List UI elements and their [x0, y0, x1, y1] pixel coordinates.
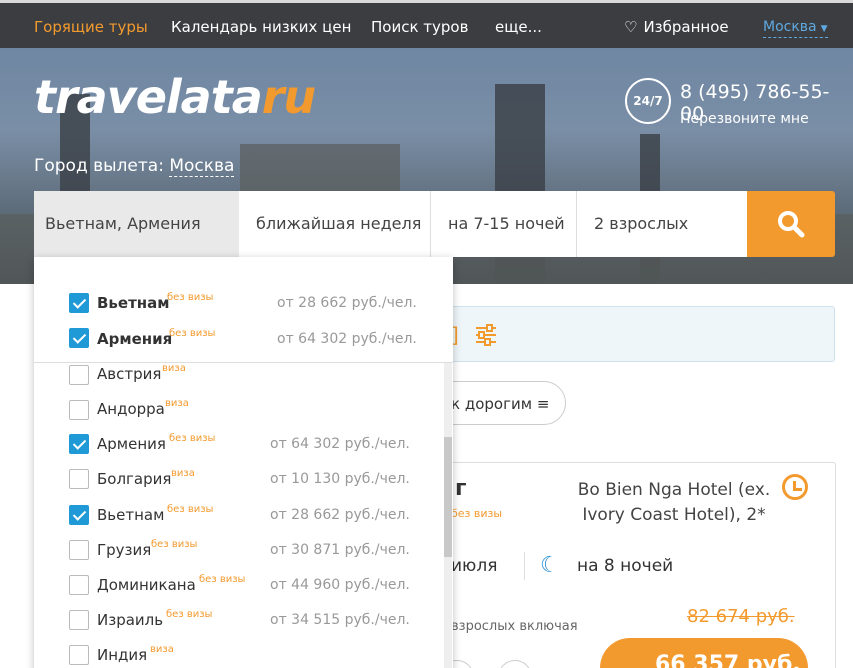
visa-note: без визы	[169, 433, 216, 444]
visa-note: виза	[165, 398, 189, 409]
sort-label: к дорогим ≡	[451, 395, 549, 413]
nav-tour-search[interactable]: Поиск туров	[371, 18, 468, 36]
country-price: от 64 302 руб./чел.	[277, 331, 417, 347]
favorites-link[interactable]: ♡ Избранное	[624, 18, 729, 36]
country-dropdown: Вьетнам без визы от 28 662 руб./чел. Арм…	[34, 257, 453, 668]
sort-label-text: к дорогим	[451, 395, 533, 413]
filter-bar: ]	[440, 306, 835, 362]
nav-hot-tours[interactable]: Горящие туры	[34, 18, 148, 36]
country-name[interactable]: Доминикана	[97, 576, 196, 594]
country-name[interactable]: Грузия	[97, 541, 151, 559]
guests-field[interactable]: 2 взрослых	[577, 191, 747, 257]
search-bar: Вьетнам, Армения ближайшая неделя на 7-1…	[34, 191, 835, 257]
country-name[interactable]: Австрия	[97, 365, 161, 383]
checkbox-austria[interactable]	[69, 365, 89, 385]
nav-low-price-calendar[interactable]: Календарь низких цен	[171, 18, 351, 36]
checkbox-israel[interactable]	[69, 610, 89, 630]
checkbox-vietnam[interactable]	[69, 505, 89, 525]
scrollbar-thumb[interactable]	[444, 437, 452, 557]
moon-icon: ☾	[540, 553, 560, 578]
country-name[interactable]: Индия	[97, 646, 147, 664]
search-icon	[778, 211, 805, 238]
nights-field[interactable]: на 7-15 ночей	[431, 191, 576, 257]
hotel-name[interactable]: Bo Bien Nga Hotel (ex. Ivory Coast Hotel…	[574, 478, 774, 528]
country-price: от 28 662 руб./чел.	[270, 507, 410, 523]
country-price: от 34 515 руб./чел.	[270, 612, 410, 628]
tour-nights: на 8 ночей	[577, 556, 674, 576]
visa-note: без визы	[167, 292, 214, 303]
country-name[interactable]: Андорра	[97, 400, 165, 418]
checkbox-selected-armenia[interactable]	[69, 328, 89, 348]
price-button[interactable]: 66 357 руб.	[600, 638, 808, 668]
selected-countries: Вьетнам без визы от 28 662 руб./чел. Арм…	[34, 257, 453, 363]
tour-date: июля	[451, 556, 498, 576]
tour-people: взрослых включая	[451, 619, 578, 634]
visa-note: без визы	[169, 328, 216, 339]
visa-note: виза	[150, 644, 174, 655]
dates-field[interactable]: ближайшая неделя	[239, 191, 430, 257]
filter-sliders-icon[interactable]	[474, 323, 498, 347]
checkbox-bulgaria[interactable]	[69, 469, 89, 489]
visa-badge: без визы	[451, 507, 503, 520]
departure-label: Город вылета:	[34, 156, 164, 176]
logo-text: travelata	[34, 70, 263, 124]
favorites-label: Избранное	[643, 18, 729, 36]
sort-icon: ≡	[536, 395, 550, 413]
country-name[interactable]: Армения	[97, 330, 172, 348]
city-selector[interactable]: Москва ▼	[763, 19, 828, 38]
old-price: 82 674 руб.	[687, 606, 795, 627]
country-name[interactable]: Вьетнам	[97, 294, 170, 312]
visa-note: без визы	[166, 609, 213, 620]
checkbox-india[interactable]	[69, 645, 89, 665]
checkbox-georgia[interactable]	[69, 540, 89, 560]
departure-city-link[interactable]: Москва	[169, 156, 235, 177]
visa-note: без визы	[167, 504, 214, 515]
city-label: Москва	[763, 19, 817, 35]
visa-note: виза	[162, 363, 186, 374]
visa-note: виза	[171, 468, 195, 479]
country-price: от 28 662 руб./чел.	[277, 295, 417, 311]
heart-icon: ♡	[624, 18, 638, 36]
departure-city: Город вылета: Москва	[34, 156, 235, 177]
country-name[interactable]: Болгария	[97, 470, 171, 488]
checkbox-selected-vietnam[interactable]	[69, 293, 89, 313]
phone-24-7-icon: 24/7	[625, 78, 671, 124]
nav-more[interactable]: еще...	[495, 18, 542, 36]
country-price: от 30 871 руб./чел.	[270, 542, 410, 558]
country-price: от 44 960 руб./чел.	[270, 577, 410, 593]
callback-link[interactable]: Перезвоните мне	[680, 111, 809, 127]
checkbox-andorra[interactable]	[69, 400, 89, 420]
checkbox-armenia[interactable]	[69, 434, 89, 454]
top-nav: Горящие туры Календарь низких цен Поиск …	[0, 0, 853, 48]
country-name[interactable]: Армения	[97, 435, 166, 453]
country-price: от 64 302 руб./чел.	[270, 436, 410, 452]
search-button[interactable]	[747, 191, 835, 257]
hotel-title-fragment: г	[455, 476, 467, 501]
divider	[524, 552, 525, 580]
destination-field[interactable]: Вьетнам, Армения	[34, 191, 239, 257]
visa-note: без визы	[199, 574, 246, 585]
country-price: от 10 130 руб./чел.	[270, 471, 410, 487]
country-name[interactable]: Вьетнам	[97, 506, 164, 524]
country-name[interactable]: Израиль	[97, 611, 163, 629]
logo[interactable]: travelataru	[34, 70, 316, 124]
clock-icon	[782, 474, 808, 500]
checkbox-dominicana[interactable]	[69, 575, 89, 595]
logo-suffix: ru	[261, 70, 316, 124]
chevron-down-icon: ▼	[820, 24, 828, 34]
visa-note: без визы	[151, 539, 198, 550]
